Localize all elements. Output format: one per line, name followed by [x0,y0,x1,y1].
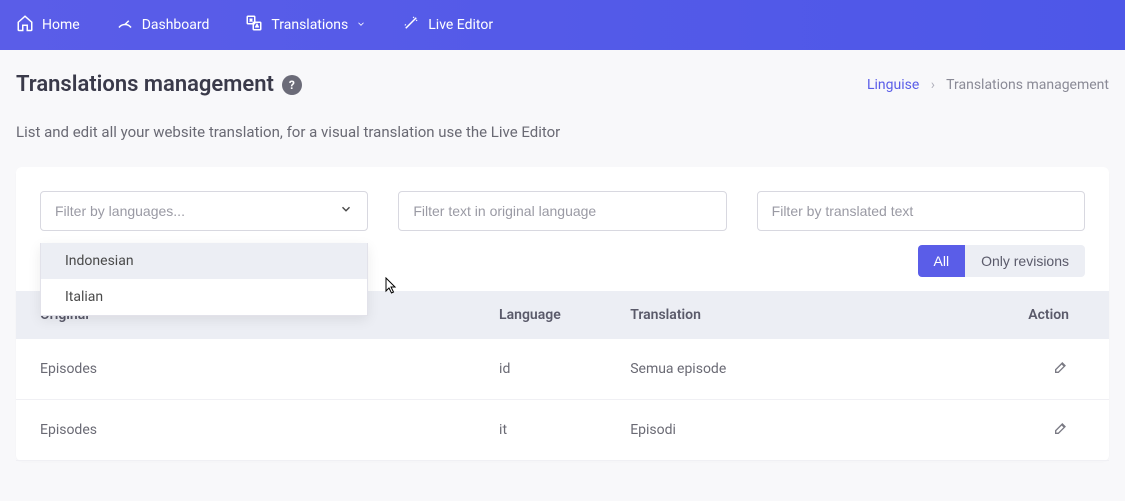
page-title-text: Translations management [16,72,274,97]
edit-icon[interactable] [1053,424,1069,440]
cell-action [1000,400,1109,461]
content-card: Indonesian Italian All Only revisions Or… [16,167,1109,461]
chevron-down-icon [339,202,353,220]
toggle-all[interactable]: All [918,245,966,277]
wand-icon [402,14,420,36]
home-icon [16,14,34,36]
table-row: Episodes id Semua episode [16,339,1109,400]
help-icon[interactable]: ? [282,75,302,95]
col-action: Action [1000,291,1109,339]
nav-live-editor[interactable]: Live Editor [398,8,497,42]
nav-dashboard[interactable]: Dashboard [112,8,214,42]
original-text-filter[interactable] [398,191,726,231]
original-text-input[interactable] [413,203,711,219]
breadcrumb-separator: › [931,77,935,93]
cell-original: Episodes [16,400,475,461]
gauge-icon [116,14,134,36]
dropdown-option-italian[interactable]: Italian [41,279,367,315]
nav-translations[interactable]: Translations [241,8,370,42]
dropdown-option-indonesian[interactable]: Indonesian [41,243,367,279]
nav-home[interactable]: Home [12,8,84,42]
language-filter[interactable] [40,191,368,231]
page-header: Translations management ? Linguise › Tra… [16,72,1109,97]
edit-icon[interactable] [1053,363,1069,379]
breadcrumb-current: Translations management [946,77,1109,93]
translated-text-input[interactable] [772,203,1070,219]
nav-translations-label: Translations [271,17,348,33]
cell-original: Episodes [16,339,475,400]
page-title: Translations management ? [16,72,302,97]
translations-table: Original Language Translation Action Epi… [16,291,1109,461]
language-filter-input[interactable] [55,203,339,219]
top-nav: Home Dashboard Translations Live Editor [0,0,1125,50]
breadcrumb: Linguise › Translations management [867,77,1109,93]
page-subtitle: List and edit all your website translati… [16,123,1109,141]
cell-action [1000,339,1109,400]
toggle-only-revisions[interactable]: Only revisions [965,245,1085,277]
nav-live-editor-label: Live Editor [428,17,493,33]
translate-icon [245,14,263,36]
table-row: Episodes it Episodi [16,400,1109,461]
nav-dashboard-label: Dashboard [142,17,210,33]
language-dropdown: Indonesian Italian [40,243,368,316]
page-body: Translations management ? Linguise › Tra… [0,50,1125,461]
chevron-down-icon [356,17,366,33]
revision-toggle: All Only revisions [918,245,1085,277]
cell-language: id [475,339,606,400]
cell-translation: Episodi [606,400,999,461]
col-translation: Translation [606,291,999,339]
nav-home-label: Home [42,17,80,33]
filter-row: Indonesian Italian [16,167,1109,231]
cell-translation: Semua episode [606,339,999,400]
translated-text-filter[interactable] [757,191,1085,231]
breadcrumb-root[interactable]: Linguise [867,77,919,93]
col-language: Language [475,291,606,339]
cell-language: it [475,400,606,461]
